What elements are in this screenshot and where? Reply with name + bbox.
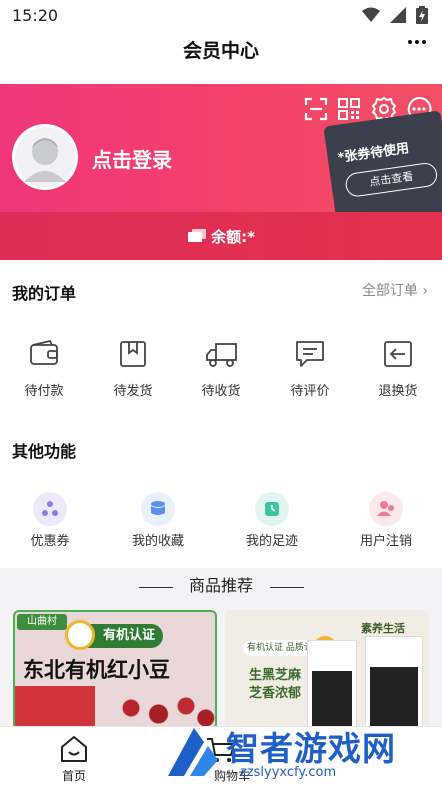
sesame-package-image bbox=[307, 640, 357, 730]
footprint-icon bbox=[255, 492, 289, 526]
user-cancel-entry[interactable]: 用户注销 bbox=[341, 492, 431, 552]
view-coupons-button[interactable]: 点击查看 bbox=[344, 161, 439, 199]
product-name: 东北有机红小豆 bbox=[23, 658, 170, 682]
recommend-header: 商品推荐 bbox=[0, 568, 442, 606]
other-functions-section: 其他功能 优惠券 我的收藏 我的足迹 用户注销 bbox=[0, 410, 442, 568]
product-card-black-sesame[interactable]: 素养生活 有机认证 品质认证 生黑芝麻 芝香浓郁 bbox=[225, 610, 429, 730]
product-package-image bbox=[15, 686, 95, 728]
scan-icon[interactable] bbox=[303, 96, 329, 122]
truck-icon bbox=[206, 343, 237, 367]
status-icons bbox=[362, 6, 428, 24]
watermark-text: 智者游戏网 bbox=[226, 729, 396, 768]
wifi-icon bbox=[362, 7, 380, 22]
favorites-entry[interactable]: 我的收藏 bbox=[113, 492, 203, 552]
battery-icon bbox=[416, 6, 428, 24]
footprint-entry[interactable]: 我的足迹 bbox=[227, 492, 317, 552]
package-icon bbox=[120, 341, 146, 367]
product-brand: 山曲村 bbox=[17, 614, 67, 630]
watermark-logo-icon bbox=[168, 728, 218, 776]
order-returns[interactable]: 退换货 bbox=[358, 338, 438, 399]
order-label: 待评价 bbox=[290, 384, 330, 399]
recommend-title: 商品推荐 bbox=[188, 576, 253, 595]
title-bar: 会员中心 bbox=[0, 30, 442, 84]
watermark: 智者游戏网 zzslyyxcfy.com bbox=[160, 722, 442, 786]
order-label: 待付款 bbox=[24, 384, 64, 399]
divider-right bbox=[270, 587, 304, 588]
sesame-package-image bbox=[365, 636, 423, 730]
balance-strip[interactable]: 余额:* bbox=[0, 212, 442, 260]
sesame-window bbox=[370, 667, 418, 729]
product-slogan-1: 生黑芝麻 bbox=[249, 668, 302, 683]
watermark-url: zzslyyxcfy.com bbox=[240, 765, 337, 780]
order-pending-review[interactable]: 待评价 bbox=[270, 338, 350, 399]
wallet-icon bbox=[30, 339, 58, 365]
signal-icon bbox=[390, 7, 406, 23]
product-brand: 素养生活 bbox=[361, 622, 405, 635]
favorites-icon bbox=[141, 492, 175, 526]
member-center-screen: 15:20 会员中心 点击登录 *张券待使用 点击查看 余额:* 我的订单 全部… bbox=[0, 0, 442, 786]
status-time: 15:20 bbox=[12, 6, 59, 25]
nav-label: 首页 bbox=[61, 769, 86, 783]
func-label: 我的足迹 bbox=[245, 534, 298, 549]
member-banner: 点击登录 *张券待使用 点击查看 余额:* bbox=[0, 84, 442, 260]
organic-seal-icon bbox=[65, 620, 95, 650]
func-label: 用户注销 bbox=[359, 534, 412, 549]
order-label: 待收货 bbox=[201, 384, 241, 399]
status-bar: 15:20 bbox=[0, 0, 442, 30]
coupon-icon bbox=[33, 492, 67, 526]
nav-home[interactable]: 首页 bbox=[34, 733, 114, 783]
login-link[interactable]: 点击登录 bbox=[92, 144, 172, 173]
product-slogan-2: 芝香浓郁 bbox=[249, 686, 302, 701]
return-icon bbox=[384, 341, 412, 367]
avatar[interactable] bbox=[12, 124, 78, 190]
sesame-window bbox=[312, 671, 352, 729]
func-label: 优惠券 bbox=[30, 534, 70, 549]
user-cancel-icon bbox=[369, 492, 403, 526]
comment-icon bbox=[296, 341, 324, 367]
order-pending-shipment[interactable]: 待发货 bbox=[93, 338, 173, 399]
order-pending-payment[interactable]: 待付款 bbox=[4, 338, 84, 399]
order-pending-receipt[interactable]: 待收货 bbox=[181, 338, 261, 399]
my-orders-section: 我的订单 全部订单 › 待付款 待发货 待收货 待评价 退换货 bbox=[0, 260, 442, 410]
all-orders-link[interactable]: 全部订单 › bbox=[362, 280, 428, 300]
qrcode-icon[interactable] bbox=[336, 96, 362, 122]
page-title: 会员中心 bbox=[182, 40, 259, 62]
home-icon bbox=[61, 736, 87, 762]
order-label: 退换货 bbox=[378, 384, 418, 399]
more-dots-icon[interactable] bbox=[404, 30, 430, 54]
order-label: 待发货 bbox=[113, 384, 153, 399]
balance-text: 余额:* bbox=[211, 228, 255, 246]
coupons-entry[interactable]: 优惠券 bbox=[5, 492, 95, 552]
other-functions-title: 其他功能 bbox=[12, 442, 77, 461]
func-label: 我的收藏 bbox=[131, 534, 184, 549]
ticket-title: *张券待使用 bbox=[336, 141, 411, 166]
default-avatar-icon bbox=[15, 127, 75, 187]
orders-title: 我的订单 bbox=[12, 284, 77, 303]
product-card-red-bean[interactable]: 山曲村 有机认证 东北有机红小豆 bbox=[13, 610, 217, 730]
